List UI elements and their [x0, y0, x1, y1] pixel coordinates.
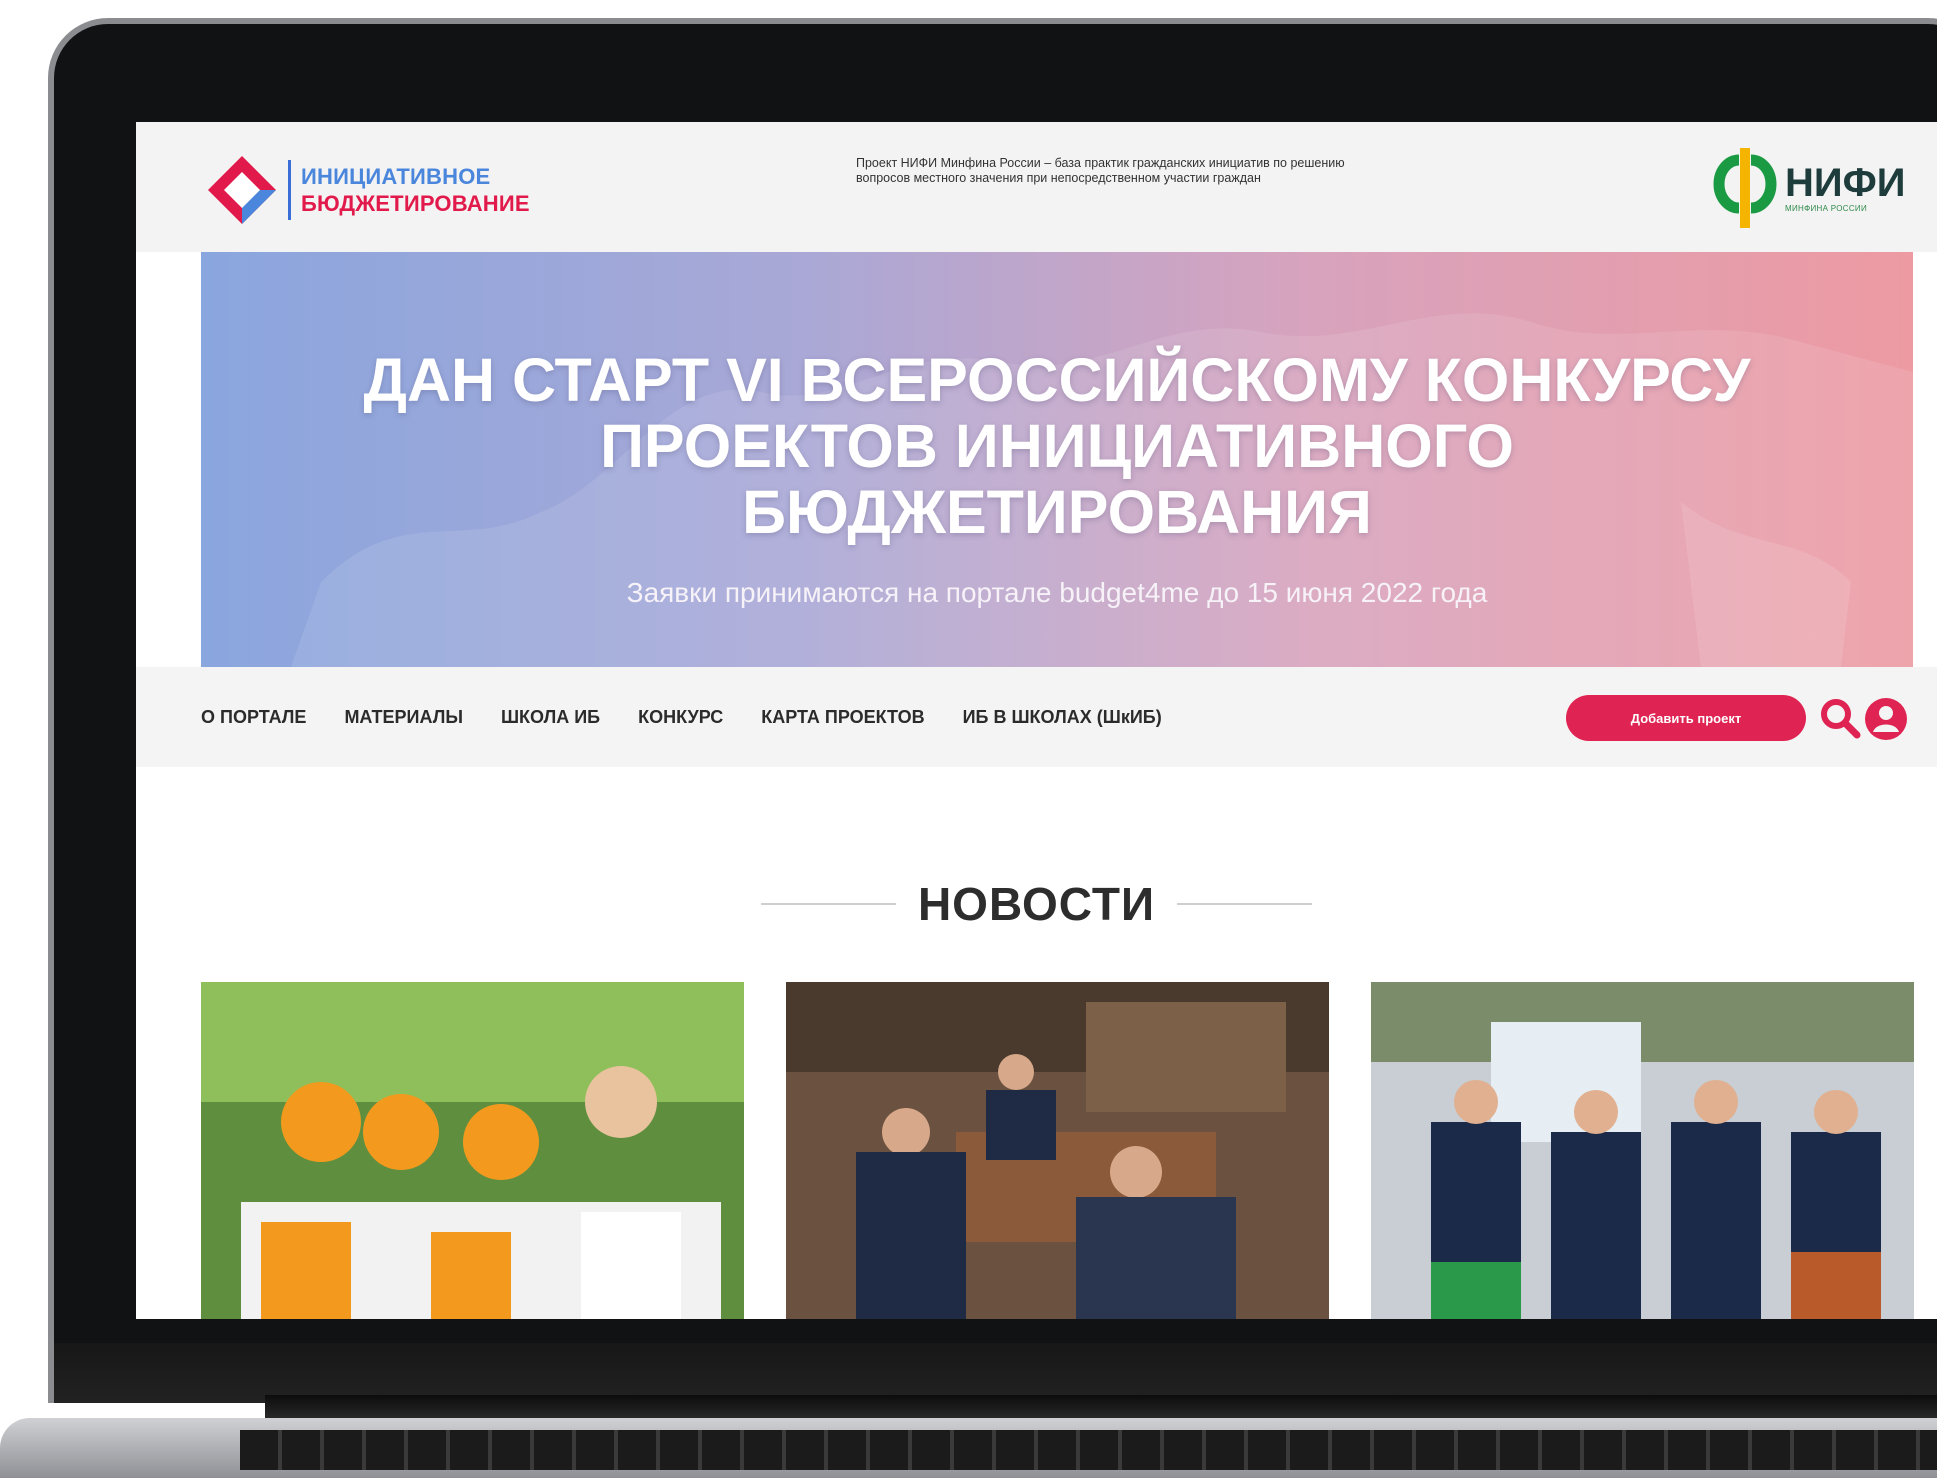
students-celebrating-photo — [1371, 982, 1914, 1319]
logo-line-1: ИНИЦИАТИВНОЕ — [301, 164, 491, 189]
banner-title-line-1: ДАН СТАРТ VI ВСЕРОССИЙСКОМУ КОНКУРСУ — [363, 346, 1751, 414]
search-icon[interactable] — [1819, 697, 1861, 739]
nifi-emblem-icon — [1713, 148, 1777, 228]
banner-title-line-2: ПРОЕКТОВ ИНИЦИАТИВНОГО — [600, 412, 1514, 480]
main-nav: О ПОРТАЛЕ МАТЕРИАЛЫ ШКОЛА ИБ КОНКУРС КАР… — [136, 667, 1937, 767]
laptop-keyboard — [240, 1430, 1937, 1470]
nifi-title: НИФИ — [1785, 160, 1906, 205]
nav-item-ib-in-schools[interactable]: ИБ В ШКОЛАХ (ШкИБ) — [963, 707, 1162, 728]
children-orange-caps-photo — [201, 982, 744, 1319]
news-card[interactable] — [786, 982, 1329, 1319]
diamond-logo-icon — [208, 156, 276, 224]
project-description: Проект НИФИ Минфина России – база практи… — [856, 156, 1345, 185]
site-logo[interactable]: ИНИЦИАТИВНОЕ БЮДЖЕТИРОВАНИЕ — [204, 152, 530, 228]
news-heading: НОВОСТИ — [917, 878, 1156, 930]
add-project-button[interactable]: Добавить проект — [1566, 695, 1806, 741]
banner-subtitle: Заявки принимаются на портале budget4me … — [626, 577, 1488, 608]
news-card[interactable] — [201, 982, 744, 1319]
nav-item-project-map[interactable]: КАРТА ПРОЕКТОВ — [761, 707, 924, 728]
nifi-logo[interactable]: НИФИ МИНФИНА РОССИИ — [1711, 142, 1906, 232]
news-card[interactable] — [1371, 982, 1914, 1319]
banner-title: ДАН СТАРТ VI ВСЕРОССИЙСКОМУ КОНКУРСУ ПРО… — [201, 347, 1913, 545]
banner-title-line-3: БЮДЖЕТИРОВАНИЯ — [742, 478, 1372, 546]
nav-item-school[interactable]: ШКОЛА ИБ — [501, 707, 600, 728]
site-header: ИНИЦИАТИВНОЕ БЮДЖЕТИРОВАНИЕ Проект НИФИ … — [136, 122, 1937, 252]
hero-banner[interactable]: ДАН СТАРТ VI ВСЕРОССИЙСКОМУ КОНКУРСУ ПРО… — [201, 252, 1913, 667]
nav-item-about[interactable]: О ПОРТАЛЕ — [201, 707, 306, 728]
nav-item-contest[interactable]: КОНКУРС — [638, 707, 723, 728]
nifi-subtitle: МИНФИНА РОССИИ — [1785, 203, 1867, 213]
laptop-screen: ИНИЦИАТИВНОЕ БЮДЖЕТИРОВАНИЕ Проект НИФИ … — [136, 122, 1937, 1319]
meeting-officials-photo — [786, 982, 1329, 1319]
user-account-icon[interactable] — [1864, 697, 1908, 741]
logo-line-2: БЮДЖЕТИРОВАНИЕ — [301, 191, 530, 216]
news-section-heading: НОВОСТИ — [136, 877, 1937, 931]
nav-item-materials[interactable]: МАТЕРИАЛЫ — [344, 707, 463, 728]
